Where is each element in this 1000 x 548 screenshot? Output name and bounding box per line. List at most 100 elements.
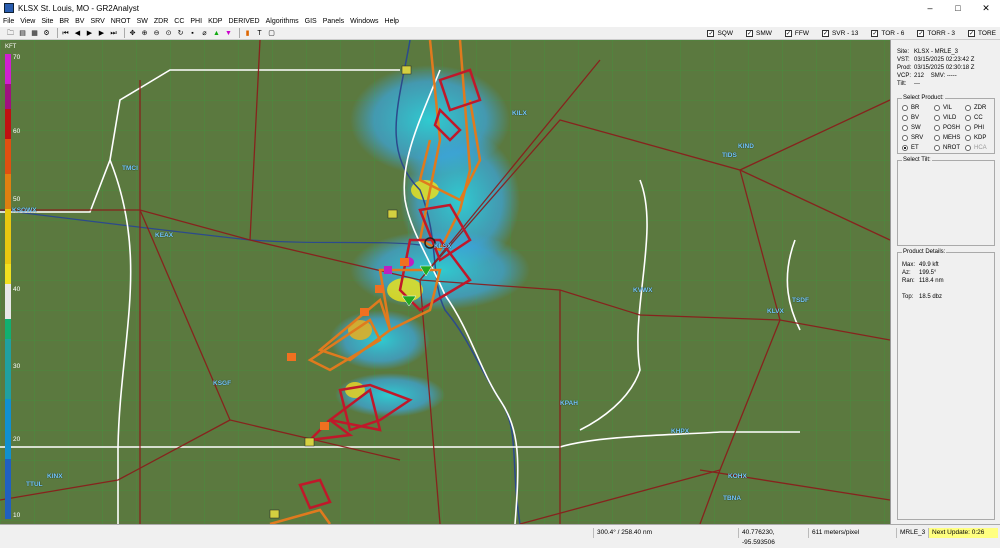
product-vild[interactable]: VILD <box>934 115 956 121</box>
product-phi[interactable]: PHI <box>965 125 984 131</box>
checkbox-icon[interactable]: ✓ <box>707 30 715 37</box>
radio-icon[interactable] <box>934 115 940 121</box>
checkbox-icon[interactable]: ✓ <box>821 30 829 37</box>
site-tids[interactable]: TIDS <box>722 152 737 159</box>
last-frame-icon[interactable]: ⏭ <box>109 29 118 38</box>
radio-icon[interactable] <box>965 135 971 141</box>
first-frame-icon[interactable]: ⏮ <box>61 29 70 38</box>
radio-icon[interactable] <box>934 105 940 111</box>
site-ttul[interactable]: TTUL <box>26 481 43 488</box>
menu-algorithms[interactable]: Algorithms <box>266 18 299 25</box>
next-frame-icon[interactable]: ▶ <box>97 29 106 38</box>
product-cc[interactable]: CC <box>965 115 983 121</box>
site-kinx[interactable]: KINX <box>47 473 63 480</box>
checkbox-icon[interactable]: ✓ <box>968 30 976 37</box>
menu-srv[interactable]: SRV <box>90 18 104 25</box>
menu-phi[interactable]: PHI <box>190 18 202 25</box>
radio-icon[interactable] <box>934 145 940 151</box>
menu-file[interactable]: File <box>3 18 14 25</box>
text-tool-icon[interactable]: T <box>255 29 264 38</box>
info-icon[interactable]: ▢ <box>267 29 276 38</box>
tornado-marker-icon[interactable]: ⌀ <box>200 29 209 38</box>
folder-open-icon[interactable]: 🗀 <box>6 29 15 38</box>
toggle-torr[interactable]: ✓ TORR - 3 <box>917 30 955 37</box>
menu-site[interactable]: Site <box>41 18 53 25</box>
minimize-button[interactable]: – <box>916 0 944 16</box>
product-bv[interactable]: BV <box>902 115 919 121</box>
radio-icon[interactable] <box>902 135 908 141</box>
menu-windows[interactable]: Windows <box>350 18 378 25</box>
menu-kdp[interactable]: KDP <box>208 18 222 25</box>
save-icon[interactable]: ▤ <box>18 29 27 38</box>
toggle-smw[interactable]: ✓ SMW <box>746 30 772 37</box>
site-tsdf[interactable]: TSDF <box>792 297 809 304</box>
site-khpx[interactable]: KHPX <box>671 428 689 435</box>
menu-view[interactable]: View <box>20 18 35 25</box>
select-tilt-group[interactable]: Select Tilt: <box>897 157 995 246</box>
product-nrot[interactable]: NROT <box>934 145 960 151</box>
radio-icon[interactable] <box>934 125 940 131</box>
checkbox-icon[interactable]: ✓ <box>784 30 792 37</box>
radio-icon[interactable] <box>965 115 971 121</box>
prev-frame-icon[interactable]: ◀ <box>73 29 82 38</box>
radio-icon[interactable] <box>902 145 908 151</box>
site-kvwx[interactable]: KVWX <box>633 287 653 294</box>
toggle-ffw[interactable]: ✓ FFW <box>784 30 809 37</box>
menu-help[interactable]: Help <box>385 18 399 25</box>
radio-icon[interactable] <box>965 125 971 131</box>
menu-sw[interactable]: SW <box>137 18 148 25</box>
radio-icon[interactable] <box>902 125 908 131</box>
radar-map[interactable]: 70 60 50 40 30 20 10 <box>0 40 890 524</box>
product-srv[interactable]: SRV <box>902 135 923 141</box>
toggle-sqw[interactable]: ✓ SQW <box>707 30 733 37</box>
menu-bv[interactable]: BV <box>75 18 84 25</box>
site-kpah[interactable]: KPAH <box>560 400 578 407</box>
product-kdp[interactable]: KDP <box>965 135 986 141</box>
pan-icon[interactable]: ✥ <box>128 29 137 38</box>
product-mehs[interactable]: MEHS <box>934 135 960 141</box>
marker-icon[interactable]: ▪ <box>188 29 197 38</box>
site-kilx[interactable]: KILX <box>512 110 527 117</box>
checkbox-icon[interactable]: ✓ <box>917 30 925 37</box>
checkbox-icon[interactable]: ✓ <box>871 30 879 37</box>
site-kohx[interactable]: KOHX <box>728 473 747 480</box>
menu-derived[interactable]: DERIVED <box>228 18 259 25</box>
product-vil[interactable]: VIL <box>934 105 952 111</box>
green-triangle-icon[interactable]: ▲ <box>212 29 221 38</box>
site-ksowx[interactable]: KSOWX <box>12 207 37 214</box>
play-icon[interactable]: ▶ <box>85 29 94 38</box>
zoom-in-icon[interactable]: ⊕ <box>140 29 149 38</box>
toggle-tor[interactable]: ✓ TOR - 6 <box>871 30 904 37</box>
settings-icon[interactable]: ⚙ <box>42 29 51 38</box>
site-klsx[interactable]: KLSX <box>434 243 451 250</box>
menu-nrot[interactable]: NROT <box>111 18 131 25</box>
menu-cc[interactable]: CC <box>174 18 184 25</box>
product-et[interactable]: ET <box>902 145 919 151</box>
radio-icon[interactable] <box>965 105 971 111</box>
magenta-triangle-icon[interactable]: ▼ <box>224 29 233 38</box>
product-posh[interactable]: POSH <box>934 125 960 131</box>
menu-gis[interactable]: GIS <box>305 18 317 25</box>
checkbox-icon[interactable]: ✓ <box>746 30 753 37</box>
product-zdr[interactable]: ZDR <box>965 105 986 111</box>
product-sw[interactable]: SW <box>902 125 921 131</box>
site-tmci[interactable]: TMCI <box>122 165 138 172</box>
zoom-out-icon[interactable]: ⊖ <box>152 29 161 38</box>
close-button[interactable]: ✕ <box>972 0 1000 16</box>
rotate-icon[interactable]: ↻ <box>176 29 185 38</box>
maximize-button[interactable]: □ <box>944 0 972 16</box>
menu-panels[interactable]: Panels <box>323 18 344 25</box>
site-kind[interactable]: KIND <box>738 143 754 150</box>
toggle-svr[interactable]: ✓ SVR - 13 <box>821 30 858 37</box>
print-icon[interactable]: ▦ <box>30 29 39 38</box>
menu-br[interactable]: BR <box>59 18 69 25</box>
flag-icon[interactable]: ▮ <box>243 29 252 38</box>
menu-zdr[interactable]: ZDR <box>154 18 168 25</box>
radio-icon[interactable] <box>934 135 940 141</box>
toggle-tore[interactable]: ✓ TORE <box>968 30 996 37</box>
radio-icon[interactable] <box>902 105 908 111</box>
site-keax[interactable]: KEAX <box>155 232 173 239</box>
product-br[interactable]: BR <box>902 105 919 111</box>
radio-icon[interactable] <box>902 115 908 121</box>
site-klvx[interactable]: KLVX <box>767 308 784 315</box>
